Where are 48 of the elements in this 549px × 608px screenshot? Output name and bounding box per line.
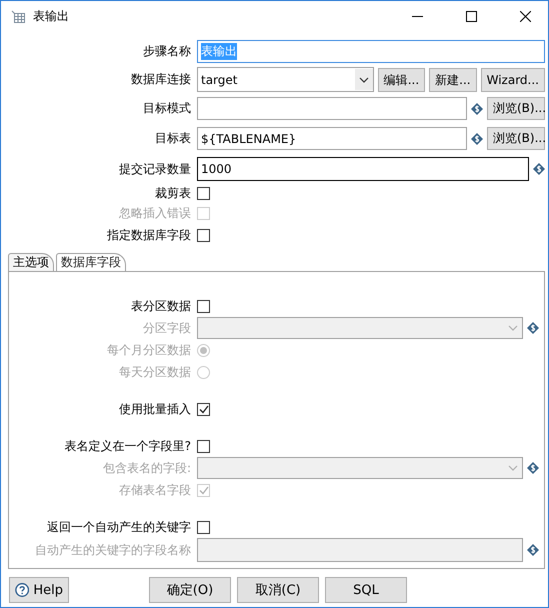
chevron-down-icon (358, 76, 369, 82)
field-label: 步骤名称 (142, 43, 191, 60)
text-field[interactable]: ${TABLENAME} (197, 127, 467, 150)
dialog-button[interactable]: 取消(C) (237, 577, 319, 603)
minimize-icon (412, 16, 422, 17)
field-label: 自动产生的关键字的字段名称 (34, 542, 191, 558)
window-title: 表输出 (33, 8, 70, 25)
field-label: 包含表名的字段: (102, 460, 191, 476)
field-label: 表分区数据 (130, 298, 191, 314)
checkbox[interactable] (197, 440, 210, 452)
checkbox[interactable] (197, 186, 210, 200)
field-label: 使用批量插入 (118, 400, 191, 418)
dialog-button[interactable]: 编辑... (378, 68, 426, 92)
field-label: 存储表名字段 (118, 482, 191, 498)
chevron-down-icon (508, 465, 518, 471)
chevron-down-icon (508, 325, 518, 331)
help-icon (15, 582, 30, 598)
field-label: 每天分区数据 (118, 364, 191, 380)
table-icon (11, 10, 25, 23)
text-field[interactable]: 1000 (197, 157, 529, 181)
field-label: 数据库连接 (130, 71, 191, 88)
field-label: 目标模式 (142, 100, 191, 117)
field-label: 分区字段 (142, 320, 191, 336)
text-field[interactable] (197, 97, 467, 120)
tab[interactable]: 主选项 (8, 253, 54, 271)
field-label: 返回一个自动产生的关键字 (46, 518, 191, 536)
tab[interactable]: 数据库字段 (56, 253, 126, 271)
dialog-button[interactable]: 确定(O) (149, 577, 231, 603)
browse-button[interactable]: 浏览(B)... (487, 127, 545, 150)
field-label: 目标表 (154, 130, 191, 147)
checkbox[interactable] (197, 228, 210, 242)
maximize-icon (466, 11, 476, 22)
field-label: 表名定义在一个字段里? (64, 438, 191, 454)
field-label: 指定数据库字段 (106, 226, 191, 244)
help-button[interactable]: Help (9, 577, 69, 603)
browse-button[interactable]: 浏览(B)... (487, 97, 545, 120)
dialog-button[interactable]: SQL (325, 577, 407, 603)
field-label: 提交记录数量 (118, 160, 191, 178)
field-label: 每个月分区数据 (106, 342, 191, 358)
checkbox[interactable] (197, 402, 210, 416)
field-label: 裁剪表 (154, 184, 191, 202)
dropdown-field[interactable]: target (197, 67, 374, 92)
field-label: 忽略插入错误 (118, 204, 191, 222)
checkbox[interactable] (197, 300, 210, 312)
checkbox[interactable] (197, 520, 210, 534)
close-icon (520, 11, 530, 22)
dialog-button[interactable]: Wizard... (480, 68, 545, 92)
dialog-button[interactable]: 新建... (429, 68, 477, 92)
